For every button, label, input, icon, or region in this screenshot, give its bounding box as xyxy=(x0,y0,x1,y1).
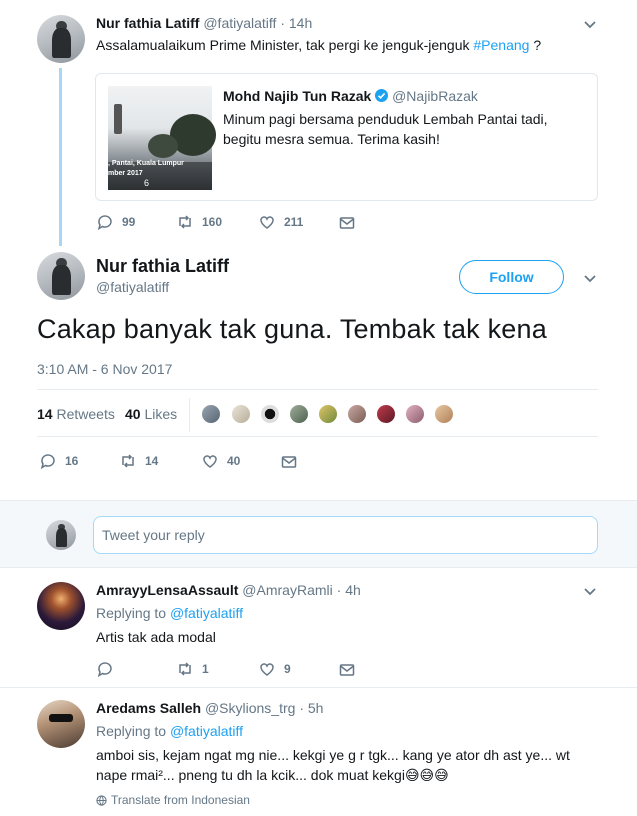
reply-icon xyxy=(40,454,55,470)
author-handle[interactable]: @AmrayRamli xyxy=(242,582,332,598)
divider xyxy=(37,389,598,390)
divider xyxy=(37,436,598,437)
quoted-author-handle[interactable]: @NajibRazak xyxy=(392,88,478,104)
tweet-text: Cakap banyak tak guna. Tembak tak kena xyxy=(37,314,547,344)
image-caption: , Pantai, Kuala Lumpur xyxy=(108,160,184,167)
like-button[interactable]: 40 xyxy=(201,452,240,470)
direct-message-icon[interactable] xyxy=(338,661,356,679)
liker-avatar[interactable] xyxy=(259,403,281,425)
reply-input[interactable]: Tweet your reply xyxy=(93,516,598,554)
hashtag-link[interactable]: #Penang xyxy=(473,37,529,53)
retweets-label: Retweets xyxy=(56,406,115,422)
tweet-text-line-2: nape rmai²... pneng tu dh la kcik... dok… xyxy=(96,767,449,784)
tweet-time[interactable]: · 14h xyxy=(280,15,312,31)
liker-avatar[interactable] xyxy=(317,403,339,425)
avatar[interactable] xyxy=(37,252,85,300)
reply-button[interactable]: 16 xyxy=(39,452,78,470)
heart-icon xyxy=(203,455,217,468)
retweet-icon xyxy=(179,215,191,229)
likes-count: 40 xyxy=(125,406,141,422)
retweets-count: 14 xyxy=(37,406,53,422)
direct-message-icon[interactable] xyxy=(280,453,298,471)
chevron-down-icon[interactable] xyxy=(581,582,599,600)
thread-connector xyxy=(59,68,62,246)
author-handle[interactable]: @fatiyalatiff xyxy=(96,279,169,295)
author-name[interactable]: Aredams Salleh xyxy=(96,700,201,716)
reply-icon xyxy=(97,215,112,231)
author-handle[interactable]: @Skylions_trg xyxy=(205,700,295,716)
chevron-down-icon[interactable] xyxy=(581,269,599,287)
reply-button[interactable]: 99 xyxy=(96,213,135,231)
globe-icon xyxy=(96,794,107,806)
avatar[interactable] xyxy=(37,582,85,630)
translate-link[interactable]: Translate from Indonesian xyxy=(96,793,250,807)
reply-count: 99 xyxy=(122,215,136,229)
retweets-stat[interactable]: 14 Retweets xyxy=(37,406,115,422)
author-name[interactable]: Nur fathia Latiff xyxy=(96,256,229,277)
liker-avatar[interactable] xyxy=(404,403,426,425)
replying-to-handle[interactable]: @fatiyalatiff xyxy=(170,605,243,621)
divider xyxy=(0,687,637,688)
like-count: 211 xyxy=(284,215,304,229)
retweet-count: 1 xyxy=(202,662,209,676)
like-count: 40 xyxy=(227,454,241,468)
retweet-icon xyxy=(122,454,134,468)
author-name[interactable]: AmrayyLensaAssault xyxy=(96,582,238,598)
retweet-count: 14 xyxy=(145,454,159,468)
avatar[interactable] xyxy=(37,15,85,63)
likes-label: Likes xyxy=(144,406,178,422)
retweet-button[interactable]: 14 xyxy=(119,452,158,470)
stats-separator xyxy=(189,398,190,432)
tweet-time[interactable]: · 5h xyxy=(299,700,323,716)
follow-button[interactable]: Follow xyxy=(459,260,564,294)
likes-stat[interactable]: 40 Likes xyxy=(125,406,177,422)
heart-icon xyxy=(260,216,274,229)
quoted-author-name[interactable]: Mohd Najib Tun Razak xyxy=(223,88,371,104)
tweet-text: Assalamualaikum Prime Minister, tak perg… xyxy=(96,37,542,53)
liker-avatar[interactable] xyxy=(375,403,397,425)
chevron-down-icon[interactable] xyxy=(581,15,599,33)
retweet-button[interactable]: 1 xyxy=(176,660,209,678)
tweet-timestamp[interactable]: 3:10 AM - 6 Nov 2017 xyxy=(37,361,172,377)
liker-avatar[interactable] xyxy=(433,403,455,425)
quoted-tweet[interactable]: , Pantai, Kuala Lumpur mber 2017 6 Mohd … xyxy=(95,73,598,201)
image-caption-date: mber 2017 xyxy=(108,170,143,177)
reply-count: 16 xyxy=(65,454,79,468)
replying-to-handle[interactable]: @fatiyalatiff xyxy=(170,723,243,739)
replying-to: Replying to @fatiyalatiff xyxy=(96,723,244,739)
emoji: 😅😅😅 xyxy=(404,768,449,784)
tweet-time[interactable]: · 4h xyxy=(337,582,361,598)
like-count: 9 xyxy=(284,662,291,676)
author-name[interactable]: Nur fathia Latiff xyxy=(96,15,199,31)
quoted-tweet-header: Mohd Najib Tun Razak @NajibRazak xyxy=(223,88,478,104)
heart-icon xyxy=(260,663,274,676)
quoted-tweet-image: , Pantai, Kuala Lumpur mber 2017 6 xyxy=(108,86,216,190)
reply-header: AmrayyLensaAssault @AmrayRamli · 4h xyxy=(96,582,361,598)
tweet-header: Nur fathia Latiff @fatiyalatiff · 14h xyxy=(96,15,312,31)
direct-message-icon[interactable] xyxy=(338,214,356,232)
liker-avatar[interactable] xyxy=(230,403,252,425)
avatar[interactable] xyxy=(37,700,85,748)
like-button[interactable]: 9 xyxy=(258,660,291,678)
retweet-button[interactable]: 160 xyxy=(176,213,222,231)
tweet-text: Artis tak ada modal xyxy=(96,629,216,645)
liker-avatar[interactable] xyxy=(200,403,222,425)
replying-to: Replying to @fatiyalatiff xyxy=(96,605,244,621)
retweet-icon xyxy=(179,662,191,676)
verified-badge-icon xyxy=(375,89,389,102)
reply-button[interactable] xyxy=(96,660,114,678)
image-caption-badge: 6 xyxy=(144,178,150,188)
author-handle[interactable]: @fatiyalatiff xyxy=(203,15,276,31)
liker-avatar[interactable] xyxy=(346,403,368,425)
like-button[interactable]: 211 xyxy=(258,213,303,231)
liker-avatar[interactable] xyxy=(288,403,310,425)
reply-icon xyxy=(97,662,112,678)
retweet-count: 160 xyxy=(202,215,223,229)
quoted-tweet-text: Minum pagi bersama penduduk Lembah Panta… xyxy=(223,111,548,147)
reply-header: Aredams Salleh @Skylions_trg · 5h xyxy=(96,700,323,716)
tweet-text-line-1: amboi sis, kejam ngat mg nie... kekgi ye… xyxy=(96,747,570,763)
avatar xyxy=(46,520,76,550)
